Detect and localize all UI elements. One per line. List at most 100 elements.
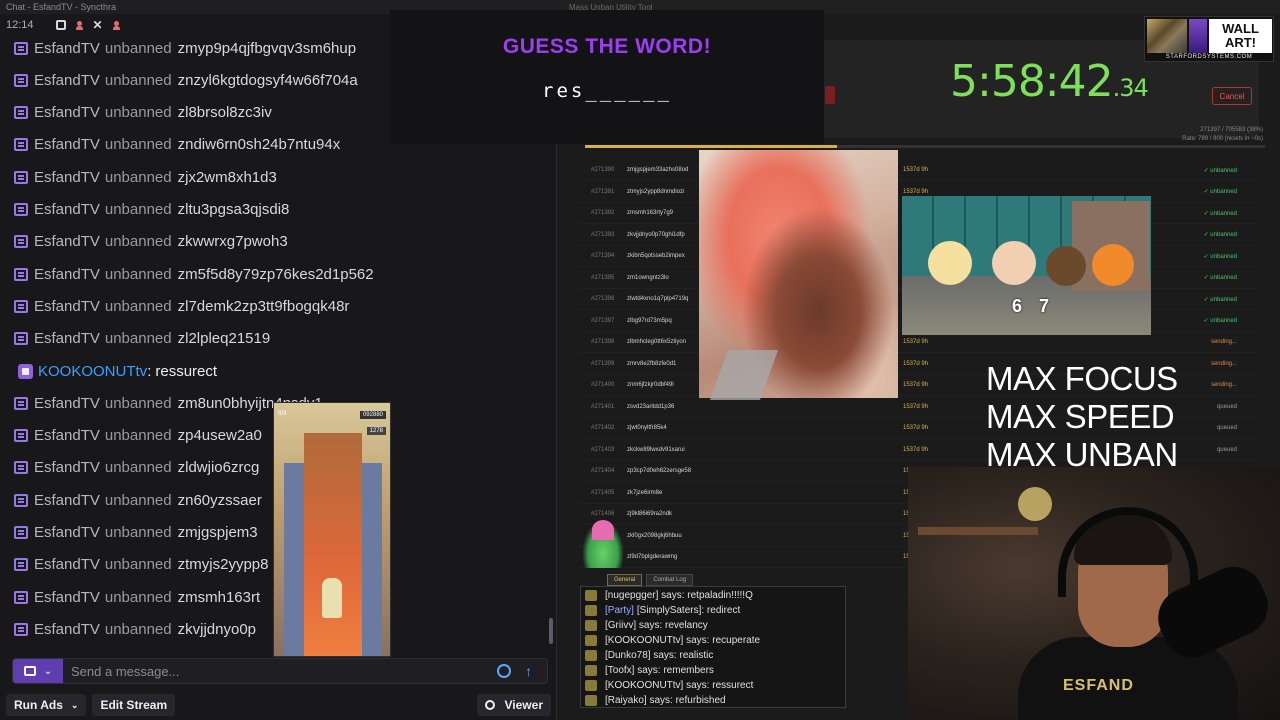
chat-input[interactable]: Send a message...: [63, 664, 497, 679]
chat-username[interactable]: EsfandTV: [34, 459, 100, 476]
ingame-chat-line: [KOOKOONUTtv] says: recuperate: [585, 633, 760, 648]
tab-general[interactable]: General: [607, 574, 643, 586]
row-number: #271401: [591, 403, 615, 410]
guess-word: res______: [542, 80, 672, 102]
chat-username[interactable]: EsfandTV: [34, 330, 100, 347]
mod-sword-icon[interactable]: ✕: [93, 19, 103, 31]
chat-message: EsfandTV unbanned zn60yzssaer: [14, 488, 262, 512]
chat-username[interactable]: EsfandTV: [34, 233, 100, 250]
unbanned-username[interactable]: zkvjjdnyo0p: [178, 621, 256, 638]
stop-indicator[interactable]: [825, 86, 835, 104]
chat-scrollbar[interactable]: [549, 618, 553, 644]
unbanned-username[interactable]: zl8brsol8zc3iv: [178, 104, 272, 121]
game-hud-score: 092880: [359, 411, 386, 419]
row-age: 1537d 9h: [903, 188, 929, 195]
chat-mode-button[interactable]: ⌄: [13, 659, 63, 683]
unbanned-username[interactable]: zl2lpleq21519: [178, 330, 271, 347]
unbanned-username[interactable]: zltu3pgsa3qjsdi8: [178, 201, 290, 218]
shelf-image: [918, 527, 1038, 535]
chevron-down-icon: ⌄: [43, 665, 53, 677]
mod-action-icon: [14, 138, 28, 152]
row-number: #271404: [591, 468, 615, 474]
player-icon: [585, 695, 597, 706]
frog-emote: [582, 520, 624, 568]
chat-username[interactable]: EsfandTV: [34, 169, 100, 186]
ingame-chat-line: [Party] [SimplySaters]: redirect: [585, 603, 740, 618]
run-ads-label: Run Ads: [14, 698, 63, 712]
cancel-button[interactable]: Cancel: [1212, 87, 1252, 105]
progress-text: 271397 / 705583 (38%) Rate: 789 / 800 (r…: [1057, 126, 1263, 144]
mod-action-icon: [14, 267, 28, 281]
row-status: ✓ unbanned: [1203, 189, 1237, 195]
chat-username[interactable]: EsfandTV: [34, 298, 100, 315]
unbanned-username[interactable]: zl7demk2zp3tt9fbogqk48r: [178, 298, 350, 315]
food-video: [699, 150, 898, 400]
user-icon-2[interactable]: [112, 20, 120, 30]
chat-username[interactable]: EsfandTV: [34, 40, 100, 57]
chat-username[interactable]: EsfandTV: [34, 266, 100, 283]
unbanned-username[interactable]: zmjgspjem3: [178, 524, 258, 541]
chat-username[interactable]: EsfandTV: [34, 72, 100, 89]
emote-picker-icon[interactable]: [497, 664, 511, 678]
chat-username[interactable]: EsfandTV: [34, 136, 100, 153]
chat-username[interactable]: EsfandTV: [34, 492, 100, 509]
cartoon-clip: 6 7: [902, 196, 1151, 335]
mod-action-icon: [14, 106, 28, 120]
chat-bubble-icon[interactable]: [55, 20, 66, 30]
unbanned-username[interactable]: zkwwrxg7pwoh3: [178, 233, 288, 250]
unbanned-username[interactable]: zldwjio6zrcg: [178, 459, 260, 476]
chat-username[interactable]: EsfandTV: [34, 556, 100, 573]
ingame-chat-text: [Toofx] says: remembers: [605, 665, 714, 676]
chat-message: EsfandTV unbanned znzyl6kgtdogsyf4w66f704a: [14, 68, 358, 92]
chat-username[interactable]: EsfandTV: [34, 201, 100, 218]
sponsor-logo: WALL ART! STARFORDSYSTEMS.COM: [1144, 16, 1274, 62]
row-status: queued: [1216, 403, 1237, 410]
log-tabs: General Combat Log: [607, 574, 694, 586]
chat-username[interactable]: EsfandTV: [34, 524, 100, 541]
game-lane-right: [360, 463, 382, 656]
unbanned-username[interactable]: zjx2wm8xh1d3: [178, 169, 277, 186]
tab-combat-log[interactable]: Combat Log: [646, 574, 694, 586]
mod-action-icon: [14, 493, 28, 507]
chat-action: unbanned: [104, 104, 172, 122]
row-username: zk7jze6irm8e: [627, 489, 663, 496]
send-arrow-icon[interactable]: ↑: [525, 663, 539, 679]
chat-username[interactable]: EsfandTV: [34, 427, 100, 444]
run-ads-button[interactable]: Run Ads ⌄: [6, 694, 87, 716]
chat-action: unbanned: [104, 588, 172, 606]
row-status: queued: [1216, 446, 1237, 453]
mod-action-icon: [14, 299, 28, 313]
player-icon: [585, 620, 597, 631]
unbanned-username[interactable]: zmsmh163rt: [178, 589, 261, 606]
chevron-down-icon: ⌄: [70, 699, 79, 710]
row-number: #271398: [591, 339, 615, 345]
unbanned-username[interactable]: zp4usew2a0: [178, 427, 262, 444]
unbanned-username[interactable]: zm5f5d8y79zp76kes2d1p562: [178, 266, 374, 283]
row-number: #271392: [591, 210, 615, 216]
ingame-chat-line: [Raiyako] says: refurbished: [585, 693, 726, 708]
chat-composer: ⌄ Send a message... ↑: [12, 658, 548, 684]
chat-username[interactable]: EsfandTV: [34, 395, 100, 412]
unbanned-username[interactable]: znzyl6kgtdogsyf4w66f704a: [178, 72, 358, 89]
unbanned-username[interactable]: zmyp9p4qjfbgvqv3sm6hup: [178, 40, 356, 57]
unbanned-username[interactable]: zn60yzssaer: [178, 492, 262, 509]
chat-username[interactable]: EsfandTV: [34, 589, 100, 606]
viewer-button[interactable]: Viewer: [476, 694, 551, 716]
chat-action: unbanned: [104, 394, 172, 412]
chat-username[interactable]: EsfandTV: [34, 621, 100, 638]
user-icon[interactable]: [75, 20, 83, 30]
unbanned-username[interactable]: zndiw6rn0sh24b7ntu94x: [178, 136, 341, 153]
character-3: [1046, 246, 1086, 286]
ingame-chat-line: [KOOKOONUTtv] says: ressurect: [585, 678, 753, 693]
unbanned-username[interactable]: ztmyjs2yypp8: [178, 556, 269, 573]
edit-stream-button[interactable]: Edit Stream: [92, 694, 176, 716]
chat-username[interactable]: EsfandTV: [34, 104, 100, 121]
chat-message: EsfandTV unbanned zkwwrxg7pwoh3: [14, 230, 288, 254]
player-icon: [585, 635, 597, 646]
mod-action-icon: [14, 622, 28, 636]
game-runner: [322, 578, 342, 618]
chat-username[interactable]: KOOKOONUTtv: [38, 363, 147, 380]
ingame-chat-line: [Dunko78] says: realistic: [585, 648, 713, 663]
row-number: #271396: [591, 296, 615, 302]
timer-main: 5:58:42: [950, 56, 1114, 107]
